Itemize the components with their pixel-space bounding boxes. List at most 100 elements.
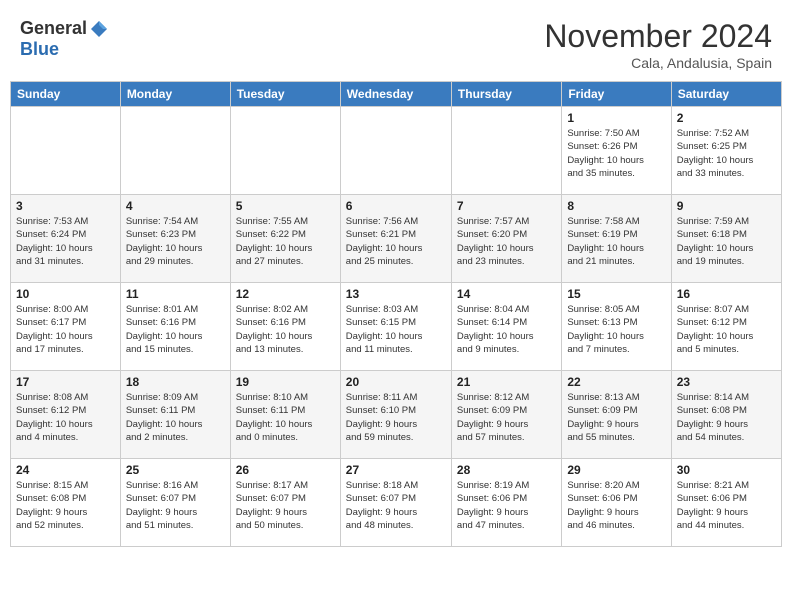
day-number: 2 <box>677 111 776 125</box>
calendar-cell: 20Sunrise: 8:11 AMSunset: 6:10 PMDayligh… <box>340 371 451 459</box>
calendar-cell: 19 Sunrise: 8:10 AMSunset: 6:11 PMDayligh… <box>230 371 340 459</box>
calendar-cell: 25 Sunrise: 8:16 AMSunset: 6:07 PMDayligh… <box>120 459 230 547</box>
calendar-cell: 27 Sunrise: 8:18 AMSunset: 6:07 PMDayligh… <box>340 459 451 547</box>
calendar-cell: 13Sunrise: 8:03 AMSunset: 6:15 PMDayligh… <box>340 283 451 371</box>
day-info: Sunrise: 8:09 AMSunset: 6:11 PMDaylight:… <box>126 391 225 444</box>
day-number: 13 <box>346 287 446 301</box>
day-number: 25 <box>126 463 225 477</box>
weekday-header-friday: Friday <box>562 82 671 107</box>
day-info: Sunrise: 8:08 AMSunset: 6:12 PMDaylight:… <box>16 391 115 444</box>
day-number: 23 <box>677 375 776 389</box>
title-block: November 2024 Cala, Andalusia, Spain <box>544 18 772 71</box>
day-info: Sunrise: 8:13 AMSunset: 6:09 PMDaylight:… <box>567 391 665 444</box>
day-info: Sunrise: 8:10 AMSunset: 6:11 PMDaylight:… <box>236 391 335 444</box>
day-info: Sunrise: 7:55 AMSunset: 6:22 PMDaylight:… <box>236 215 335 268</box>
calendar-week-3: 17Sunrise: 8:08 AMSunset: 6:12 PMDayligh… <box>11 371 782 459</box>
calendar-cell: 24 Sunrise: 8:15 AMSunset: 6:08 PMDayligh… <box>11 459 121 547</box>
day-number: 10 <box>16 287 115 301</box>
logo-icon <box>89 19 109 39</box>
calendar-cell: 6 Sunrise: 7:56 AMSunset: 6:21 PMDaylight… <box>340 195 451 283</box>
logo-blue-text: Blue <box>20 39 59 59</box>
weekday-header-tuesday: Tuesday <box>230 82 340 107</box>
calendar-cell: 30 Sunrise: 8:21 AMSunset: 6:06 PMDayligh… <box>671 459 781 547</box>
day-info: Sunrise: 8:17 AMSunset: 6:07 PMDaylight:… <box>236 479 335 532</box>
calendar-cell <box>120 107 230 195</box>
day-number: 16 <box>677 287 776 301</box>
calendar-cell: 3 Sunrise: 7:53 AMSunset: 6:24 PMDaylight… <box>11 195 121 283</box>
day-info: Sunrise: 8:21 AMSunset: 6:06 PMDaylight:… <box>677 479 776 532</box>
calendar-cell: 26 Sunrise: 8:17 AMSunset: 6:07 PMDayligh… <box>230 459 340 547</box>
calendar-cell: 12 Sunrise: 8:02 AMSunset: 6:16 PMDayligh… <box>230 283 340 371</box>
calendar-week-1: 3 Sunrise: 7:53 AMSunset: 6:24 PMDaylight… <box>11 195 782 283</box>
day-number: 20 <box>346 375 446 389</box>
day-info: Sunrise: 8:15 AMSunset: 6:08 PMDaylight:… <box>16 479 115 532</box>
day-number: 22 <box>567 375 665 389</box>
calendar-week-4: 24 Sunrise: 8:15 AMSunset: 6:08 PMDayligh… <box>11 459 782 547</box>
day-number: 1 <box>567 111 665 125</box>
calendar-cell: 11 Sunrise: 8:01 AMSunset: 6:16 PMDayligh… <box>120 283 230 371</box>
day-number: 3 <box>16 199 115 213</box>
day-info: Sunrise: 8:14 AMSunset: 6:08 PMDaylight:… <box>677 391 776 444</box>
calendar-cell: 22 Sunrise: 8:13 AMSunset: 6:09 PMDayligh… <box>562 371 671 459</box>
calendar-cell: 17Sunrise: 8:08 AMSunset: 6:12 PMDayligh… <box>11 371 121 459</box>
calendar-cell <box>340 107 451 195</box>
day-number: 6 <box>346 199 446 213</box>
calendar-cell <box>11 107 121 195</box>
day-number: 28 <box>457 463 556 477</box>
logo: General Blue <box>20 18 109 60</box>
calendar-cell: 10 Sunrise: 8:00 AMSunset: 6:17 PMDayligh… <box>11 283 121 371</box>
calendar-cell: 9Sunrise: 7:59 AMSunset: 6:18 PMDaylight… <box>671 195 781 283</box>
day-number: 14 <box>457 287 556 301</box>
calendar-cell: 5 Sunrise: 7:55 AMSunset: 6:22 PMDaylight… <box>230 195 340 283</box>
weekday-header-saturday: Saturday <box>671 82 781 107</box>
weekday-header-thursday: Thursday <box>451 82 561 107</box>
calendar-cell <box>451 107 561 195</box>
month-title: November 2024 <box>544 18 772 55</box>
day-number: 29 <box>567 463 665 477</box>
weekday-header-wednesday: Wednesday <box>340 82 451 107</box>
calendar-cell: 4Sunrise: 7:54 AMSunset: 6:23 PMDaylight… <box>120 195 230 283</box>
day-info: Sunrise: 8:07 AMSunset: 6:12 PMDaylight:… <box>677 303 776 356</box>
day-number: 18 <box>126 375 225 389</box>
day-number: 4 <box>126 199 225 213</box>
calendar-cell: 14 Sunrise: 8:04 AMSunset: 6:14 PMDayligh… <box>451 283 561 371</box>
day-info: Sunrise: 8:05 AMSunset: 6:13 PMDaylight:… <box>567 303 665 356</box>
calendar-week-2: 10 Sunrise: 8:00 AMSunset: 6:17 PMDayligh… <box>11 283 782 371</box>
calendar-cell: 7 Sunrise: 7:57 AMSunset: 6:20 PMDaylight… <box>451 195 561 283</box>
page-header: General Blue November 2024 Cala, Andalus… <box>10 10 782 75</box>
day-info: Sunrise: 8:01 AMSunset: 6:16 PMDaylight:… <box>126 303 225 356</box>
calendar-cell: 16 Sunrise: 8:07 AMSunset: 6:12 PMDayligh… <box>671 283 781 371</box>
day-number: 30 <box>677 463 776 477</box>
day-info: Sunrise: 8:16 AMSunset: 6:07 PMDaylight:… <box>126 479 225 532</box>
day-number: 5 <box>236 199 335 213</box>
day-info: Sunrise: 8:00 AMSunset: 6:17 PMDaylight:… <box>16 303 115 356</box>
calendar-cell: 23 Sunrise: 8:14 AMSunset: 6:08 PMDayligh… <box>671 371 781 459</box>
day-number: 26 <box>236 463 335 477</box>
day-info: Sunrise: 8:04 AMSunset: 6:14 PMDaylight:… <box>457 303 556 356</box>
calendar-week-0: 1 Sunrise: 7:50 AMSunset: 6:26 PMDaylight… <box>11 107 782 195</box>
day-number: 11 <box>126 287 225 301</box>
logo-general-text: General <box>20 18 87 39</box>
day-info: Sunrise: 7:56 AMSunset: 6:21 PMDaylight:… <box>346 215 446 268</box>
day-info: Sunrise: 7:57 AMSunset: 6:20 PMDaylight:… <box>457 215 556 268</box>
day-info: Sunrise: 7:53 AMSunset: 6:24 PMDaylight:… <box>16 215 115 268</box>
calendar-cell: 2Sunrise: 7:52 AMSunset: 6:25 PMDaylight… <box>671 107 781 195</box>
day-number: 24 <box>16 463 115 477</box>
calendar-cell: 29Sunrise: 8:20 AMSunset: 6:06 PMDayligh… <box>562 459 671 547</box>
day-info: Sunrise: 7:59 AMSunset: 6:18 PMDaylight:… <box>677 215 776 268</box>
day-info: Sunrise: 8:18 AMSunset: 6:07 PMDaylight:… <box>346 479 446 532</box>
day-info: Sunrise: 8:19 AMSunset: 6:06 PMDaylight:… <box>457 479 556 532</box>
day-number: 7 <box>457 199 556 213</box>
calendar-cell: 1 Sunrise: 7:50 AMSunset: 6:26 PMDaylight… <box>562 107 671 195</box>
calendar-cell <box>230 107 340 195</box>
day-number: 21 <box>457 375 556 389</box>
day-number: 12 <box>236 287 335 301</box>
weekday-header-monday: Monday <box>120 82 230 107</box>
calendar-cell: 15Sunrise: 8:05 AMSunset: 6:13 PMDayligh… <box>562 283 671 371</box>
location: Cala, Andalusia, Spain <box>544 55 772 71</box>
day-info: Sunrise: 8:02 AMSunset: 6:16 PMDaylight:… <box>236 303 335 356</box>
day-info: Sunrise: 7:50 AMSunset: 6:26 PMDaylight:… <box>567 127 665 180</box>
day-number: 19 <box>236 375 335 389</box>
day-info: Sunrise: 7:58 AMSunset: 6:19 PMDaylight:… <box>567 215 665 268</box>
day-number: 27 <box>346 463 446 477</box>
